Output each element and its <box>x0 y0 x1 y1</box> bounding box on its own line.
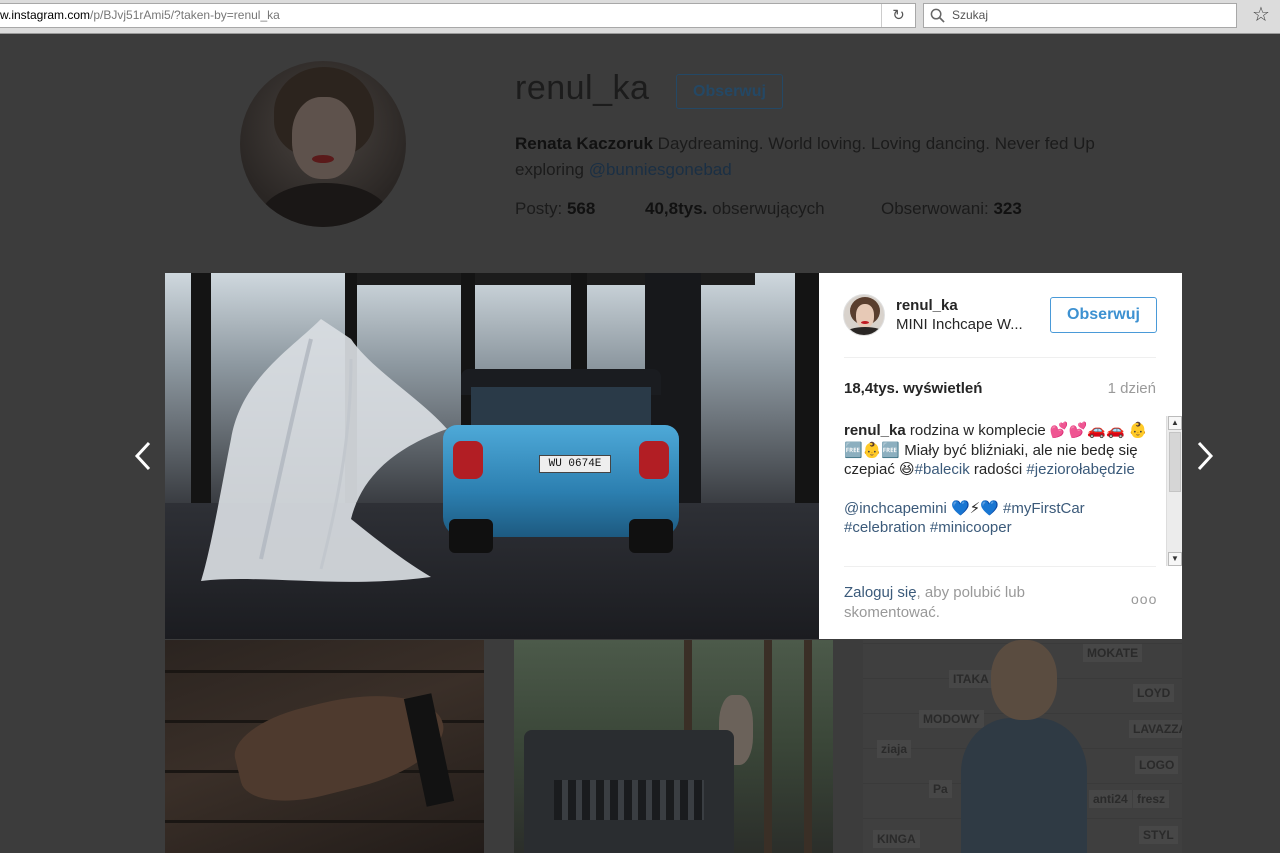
scroll-up-icon[interactable]: ▲ <box>1168 416 1182 430</box>
grid-thumbnail[interactable]: MOKATE ITAKA LOYD LAVAZZA LOGO ziaja MOD… <box>863 640 1182 853</box>
logo-text: anti24 <box>1089 790 1132 808</box>
stat-followers[interactable]: 40,8tys. obserwujących <box>645 199 825 219</box>
post-location[interactable]: MINI Inchcape W... <box>896 316 1023 333</box>
caption-text: radości <box>969 461 1027 478</box>
caption-author[interactable]: renul_ka <box>844 422 906 439</box>
stat-following[interactable]: Obserwowani: 323 <box>881 199 1022 219</box>
logo-text: Pa <box>929 780 952 798</box>
stat-posts: Posty: 568 <box>515 199 596 218</box>
post-follow-button[interactable]: Obserwuj <box>1050 297 1157 333</box>
post-side-panel: renul_ka MINI Inchcape W... Obserwuj 18,… <box>819 273 1182 639</box>
profile-bio: Renata Kaczoruk Daydreaming. World lovin… <box>515 131 1155 183</box>
login-prompt: Zaloguj się, aby polubić lub skomentować… <box>844 583 1094 623</box>
caption-text: 💙⚡💙 <box>946 499 1004 517</box>
reload-icon[interactable]: ↻ <box>881 4 915 27</box>
chevron-right-icon <box>1197 441 1214 471</box>
address-bar[interactable]: w.instagram.com/p/BJvj51rAmi5/?taken-by=… <box>0 3 916 28</box>
logo-text: LOGO <box>1135 756 1179 774</box>
post-caption: renul_ka rodzina w komplecie 💕💕🚗🚗 👶🆓👶🆓 M… <box>844 421 1149 561</box>
post-age: 1 dzień <box>1107 380 1156 397</box>
profile-full-name: Renata Kaczoruk <box>515 134 653 153</box>
hashtag-link[interactable]: #balecik <box>915 461 970 478</box>
search-placeholder: Szukaj <box>952 8 989 22</box>
post-video[interactable]: WU 0674E <box>165 273 819 639</box>
hashtag-link[interactable]: #celebration <box>844 519 926 536</box>
logo-text: LOYD <box>1133 684 1175 702</box>
license-plate: WU 0674E <box>539 455 611 473</box>
profile-avatar[interactable] <box>240 61 406 227</box>
mention-link[interactable]: @inchcapemini <box>844 500 947 517</box>
logo-text: KINGA <box>873 830 920 848</box>
hashtag-link[interactable]: #jeziorołabędzie <box>1026 461 1134 478</box>
previous-post-button[interactable] <box>131 439 155 473</box>
url-path: /p/BJvj51rAmi5/?taken-by=renul_ka <box>90 8 280 22</box>
star-icon[interactable]: ☆ <box>1249 3 1273 27</box>
hashtag-link[interactable]: #minicooper <box>930 519 1012 536</box>
login-link[interactable]: Zaloguj się <box>844 584 917 601</box>
view-count: 18,4tys. wyświetleń <box>844 380 983 397</box>
next-post-button[interactable] <box>1193 439 1217 473</box>
hashtag-link[interactable]: #myFirstCar <box>1003 500 1085 517</box>
scrollbar-thumb[interactable] <box>1169 432 1181 492</box>
browser-toolbar: w.instagram.com/p/BJvj51rAmi5/?taken-by=… <box>0 0 1280 34</box>
logo-text: ziaja <box>877 740 912 758</box>
search-icon <box>930 8 945 23</box>
post-author-avatar[interactable] <box>843 294 885 336</box>
bio-link[interactable]: @bunniesgonebad <box>589 160 732 179</box>
caption-scrollbar[interactable]: ▲ ▼ <box>1166 416 1182 566</box>
scroll-down-icon[interactable]: ▼ <box>1168 552 1182 566</box>
white-cloth-image <box>201 319 447 582</box>
more-options-icon[interactable]: ooo <box>1131 591 1157 607</box>
profile-username: renul_ka <box>515 69 650 107</box>
car-image: WU 0674E <box>443 369 679 553</box>
divider <box>844 566 1156 567</box>
search-input[interactable]: Szukaj <box>923 3 1237 28</box>
chevron-left-icon <box>134 441 151 471</box>
logo-text: STYL <box>1139 826 1178 844</box>
logo-text: LAVAZZA <box>1129 720 1182 738</box>
url-host: w.instagram.com <box>0 8 91 22</box>
grid-thumbnail[interactable] <box>165 640 484 853</box>
logo-text: fresz <box>1133 790 1170 808</box>
grid-thumbnail[interactable] <box>514 640 833 853</box>
divider <box>844 357 1156 358</box>
profile-follow-button[interactable]: Obserwuj <box>676 74 783 109</box>
post-author-username[interactable]: renul_ka <box>896 297 958 314</box>
